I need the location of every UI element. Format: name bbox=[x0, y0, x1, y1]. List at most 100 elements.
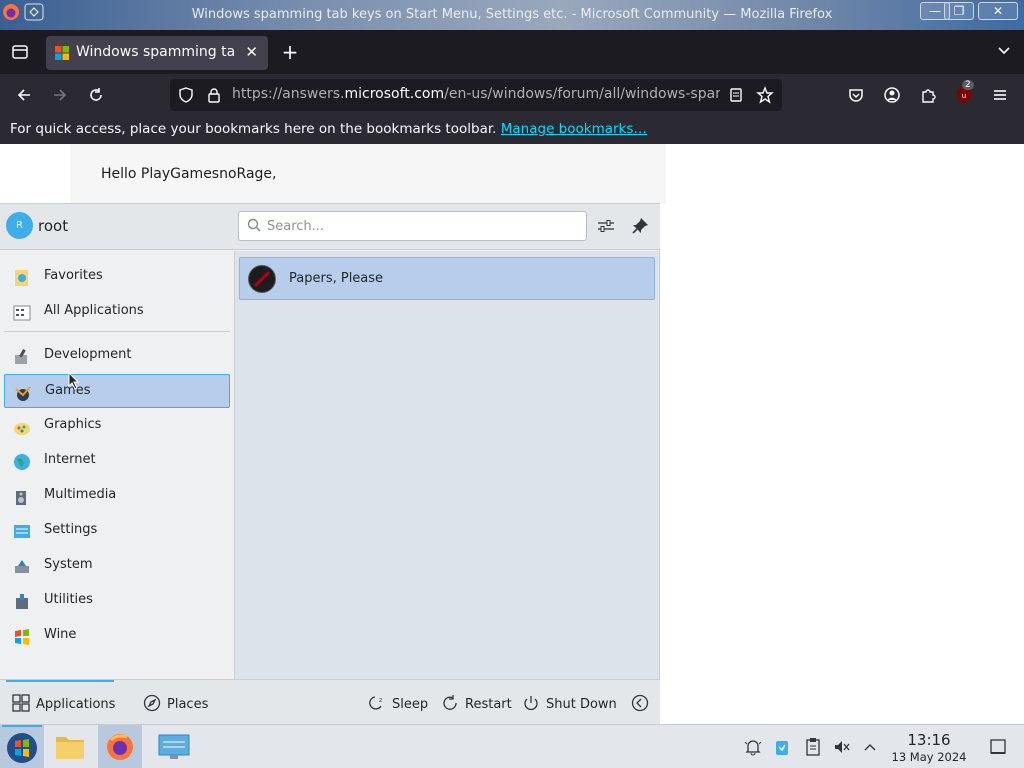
back-icon[interactable] bbox=[14, 86, 34, 108]
category-wine[interactable]: Wine bbox=[4, 619, 230, 653]
tab-applications[interactable]: Applications bbox=[0, 680, 122, 726]
avatar[interactable]: R bbox=[6, 212, 33, 239]
tab-places-label: Places bbox=[167, 697, 209, 712]
browser-tab-active[interactable]: Windows spamming tab keys on Start Menu,… bbox=[46, 36, 268, 70]
sleep-button[interactable]: z Sleep bbox=[368, 694, 428, 714]
volume-muted-icon[interactable] bbox=[832, 737, 852, 757]
category-label: Wine bbox=[44, 627, 77, 642]
close-button[interactable]: ✕ bbox=[978, 2, 1018, 20]
power-icon bbox=[522, 694, 540, 712]
list-all-tabs-icon[interactable] bbox=[994, 42, 1014, 62]
category-favorites[interactable]: Favorites bbox=[4, 260, 230, 294]
papers-please-icon bbox=[248, 265, 276, 293]
firefox-task[interactable] bbox=[98, 725, 142, 768]
bookmarks-hint: For quick access, place your bookmarks h… bbox=[10, 121, 647, 137]
configure-icon[interactable] bbox=[595, 216, 617, 238]
manage-bookmarks-link[interactable]: Manage bookmarks… bbox=[501, 121, 647, 137]
category-label: Development bbox=[44, 347, 132, 362]
search-icon bbox=[247, 218, 263, 234]
development-icon bbox=[12, 347, 32, 367]
restart-label: Restart bbox=[465, 697, 512, 712]
firefox-view-icon[interactable] bbox=[10, 43, 30, 65]
file-manager-task[interactable] bbox=[48, 725, 92, 768]
svg-text:u: u bbox=[962, 92, 966, 100]
taskbar: 13:16 13 May 2024 bbox=[0, 724, 1024, 768]
clock-time: 13:16 bbox=[907, 731, 951, 749]
category-multimedia[interactable]: Multimedia bbox=[4, 479, 230, 513]
start-orb-icon bbox=[5, 731, 39, 768]
category-development[interactable]: Development bbox=[4, 339, 230, 373]
tab-title: Windows spamming tab keys on Start Menu,… bbox=[76, 44, 236, 60]
category-system[interactable]: System bbox=[4, 549, 230, 583]
maximize-button[interactable]: ❐ bbox=[944, 2, 974, 20]
category-label: Favorites bbox=[44, 268, 103, 283]
category-internet[interactable]: Internet bbox=[4, 444, 230, 478]
category-label: Utilities bbox=[44, 592, 93, 607]
pin-icon[interactable] bbox=[629, 216, 651, 238]
category-divider bbox=[4, 331, 230, 332]
utilities-icon bbox=[12, 592, 32, 612]
firefox-icon bbox=[105, 732, 135, 766]
application-menu-icon[interactable] bbox=[990, 86, 1010, 108]
category-all-applications[interactable]: All Applications bbox=[4, 295, 230, 329]
ublock-extension-icon[interactable]: u 2 bbox=[954, 80, 974, 108]
bookmarks-toolbar: For quick access, place your bookmarks h… bbox=[0, 116, 1024, 144]
category-label: All Applications bbox=[44, 303, 144, 318]
applications-grid-icon bbox=[12, 694, 30, 712]
internet-icon bbox=[12, 452, 32, 472]
app-papers-please[interactable]: Papers, Please bbox=[239, 257, 655, 300]
clipboard-icon[interactable] bbox=[803, 737, 823, 757]
search-field[interactable] bbox=[238, 211, 587, 241]
system-settings-task[interactable] bbox=[152, 725, 196, 768]
games-icon bbox=[13, 383, 33, 403]
shutdown-label: Shut Down bbox=[546, 697, 617, 712]
category-graphics[interactable]: Graphics bbox=[4, 409, 230, 443]
compass-icon bbox=[143, 694, 161, 712]
window-title: Windows spamming tab keys on Start Menu,… bbox=[191, 7, 833, 22]
settings-icon bbox=[12, 522, 32, 542]
launcher-header: R root bbox=[0, 204, 660, 250]
system-settings-icon bbox=[158, 734, 190, 764]
tab-applications-label: Applications bbox=[36, 697, 116, 712]
digital-clock[interactable]: 13:16 13 May 2024 bbox=[884, 731, 974, 764]
navigation-toolbar: https://answers.microsoft.com/en-us/wind… bbox=[0, 74, 1024, 116]
category-settings[interactable]: Settings bbox=[4, 514, 230, 548]
sleep-label: Sleep bbox=[392, 697, 429, 712]
bookmarks-hint-text: For quick access, place your bookmarks h… bbox=[10, 121, 497, 137]
application-list: Papers, Please bbox=[235, 251, 659, 679]
chevron-left-circle-icon bbox=[631, 694, 649, 712]
pocket-icon[interactable] bbox=[846, 86, 866, 108]
tab-strip: Windows spamming tab keys on Start Menu,… bbox=[0, 30, 1024, 74]
url-bar[interactable]: https://answers.microsoft.com/en-us/wind… bbox=[170, 79, 782, 111]
update-notifier-icon[interactable] bbox=[772, 737, 792, 757]
application-launcher: R root Favorites All Applications Develo… bbox=[0, 203, 660, 726]
tab-close-icon[interactable]: ✕ bbox=[245, 43, 258, 61]
tracking-protection-shield-icon[interactable] bbox=[178, 87, 194, 107]
svg-text:z: z bbox=[379, 697, 382, 704]
search-input[interactable] bbox=[267, 216, 567, 236]
extensions-icon[interactable] bbox=[918, 86, 938, 108]
tab-places[interactable]: Places bbox=[143, 694, 208, 714]
new-tab-icon[interactable]: + bbox=[280, 40, 300, 64]
show-desktop-icon[interactable] bbox=[988, 737, 1008, 757]
system-tray-expand-icon[interactable] bbox=[860, 737, 880, 757]
category-games[interactable]: Games bbox=[4, 374, 230, 408]
application-launcher-button[interactable] bbox=[0, 725, 44, 768]
folder-icon bbox=[55, 733, 85, 765]
reader-view-icon[interactable] bbox=[728, 87, 744, 107]
sleep-icon: z bbox=[368, 694, 386, 712]
restart-button[interactable]: Restart bbox=[441, 694, 512, 714]
multimedia-icon bbox=[12, 487, 32, 507]
notifications-icon[interactable] bbox=[743, 737, 763, 757]
shutdown-button[interactable]: Shut Down bbox=[522, 694, 617, 714]
leave-menu-button[interactable] bbox=[631, 694, 655, 714]
category-utilities[interactable]: Utilities bbox=[4, 584, 230, 618]
tab-applications-content: Applications bbox=[12, 694, 115, 714]
bookmark-star-icon[interactable] bbox=[756, 86, 774, 108]
forward-icon[interactable] bbox=[50, 86, 70, 108]
microsoft-favicon-icon bbox=[55, 46, 69, 60]
lock-icon[interactable] bbox=[206, 87, 222, 107]
reload-icon[interactable] bbox=[86, 86, 106, 108]
url-text[interactable]: https://answers.microsoft.com/en-us/wind… bbox=[232, 86, 720, 102]
account-icon[interactable] bbox=[882, 86, 902, 108]
